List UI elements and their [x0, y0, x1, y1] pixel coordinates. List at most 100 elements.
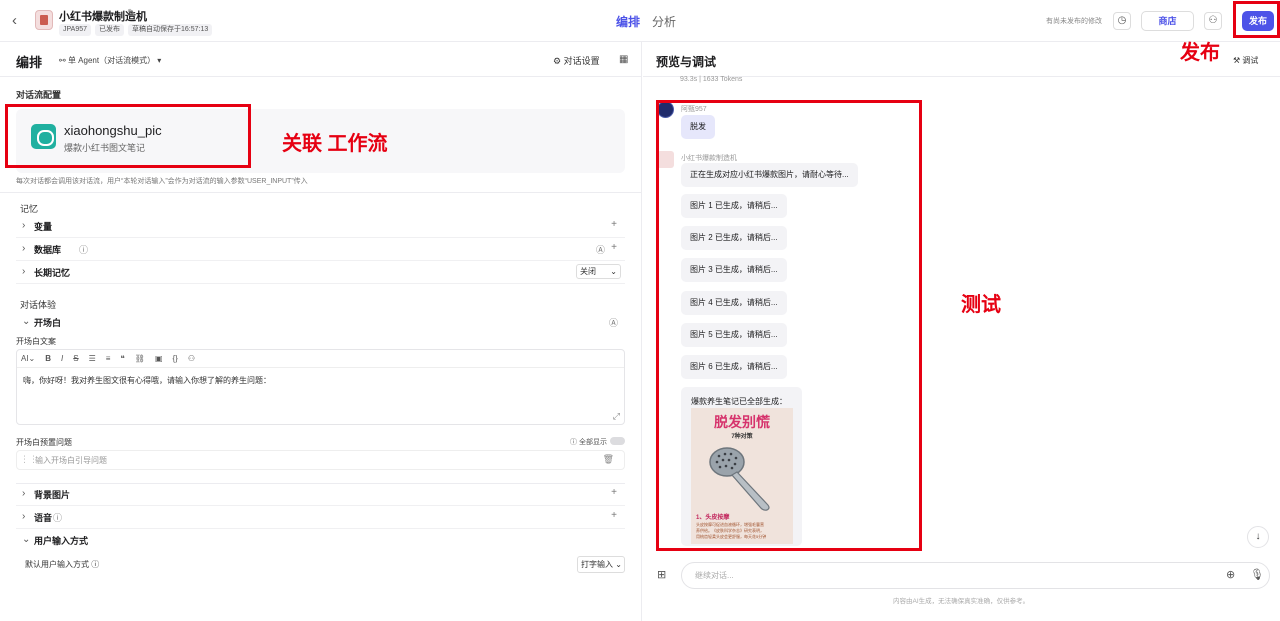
quote-icon[interactable]: ❝: [120, 354, 124, 363]
opening-text: 嗨，你好呀！我对养生图文很有心得哦，请输入你想了解的养生问题：: [23, 376, 271, 385]
chevron-right-icon: ›: [22, 220, 26, 231]
ordered-list-icon[interactable]: ≡: [106, 354, 111, 363]
annotation-test: 测试: [961, 294, 1001, 316]
row-label: 背景图片: [34, 490, 71, 500]
bullet-list-icon[interactable]: ☰: [89, 354, 96, 363]
preset-label: 开场白预置问题: [16, 438, 72, 447]
preview-title: 预览与调试: [656, 55, 717, 69]
expand-icon[interactable]: ⤢: [613, 411, 620, 422]
chevron-right-icon: ›: [22, 266, 26, 277]
opening-editor[interactable]: AI⌄ B I S ☰ ≡ ❝ ⛓ ▣ {} ⚇ 嗨，你好呀！我对养生图文很有心…: [16, 349, 625, 425]
scroll-down-button[interactable]: ↓: [1247, 526, 1269, 548]
show-all-text: 全部显示: [578, 439, 607, 446]
unpublished-note: 有尚未发布的修改: [1046, 18, 1102, 25]
row-database[interactable]: › 数据库 ⓘ Ⓐ +: [16, 239, 625, 261]
row-label: 用户输入方式: [34, 536, 89, 546]
back-arrow-icon[interactable]: ‹: [12, 12, 26, 30]
info-icon[interactable]: ⓘ: [79, 243, 88, 256]
row-label: 变量: [34, 222, 53, 232]
add-icon[interactable]: +: [611, 510, 617, 521]
chevron-right-icon: ›: [22, 511, 26, 522]
add-icon[interactable]: +: [611, 219, 617, 230]
store-button[interactable]: 商店: [1141, 11, 1194, 31]
annotation-box-publish: [1233, 1, 1280, 38]
select-value: 打字输入: [581, 560, 613, 569]
row-opening[interactable]: ⌄ 开场白 Ⓐ: [16, 312, 625, 334]
workflow-hint: 每次对话都会调用该对话流，用户“本轮对话输入”会作为对话流的输入参数“USER_…: [16, 178, 308, 185]
chat-settings-label: 对话设置: [563, 56, 600, 66]
add-circle-icon[interactable]: ⊕: [1226, 568, 1235, 581]
agent-mode-select[interactable]: ⚯ 单 Agent（对话流模式） ▾: [59, 55, 161, 66]
row-label: 长期记忆: [34, 268, 71, 278]
row-label: 数据库: [34, 245, 62, 255]
auto-icon[interactable]: Ⓐ: [609, 316, 618, 329]
italic-icon[interactable]: I: [61, 354, 63, 363]
row-long-term-memory[interactable]: › 长期记忆 关闭 ⌄: [16, 262, 625, 284]
row-variables[interactable]: › 变量 +: [16, 216, 625, 238]
link-icon[interactable]: ⛓: [135, 354, 145, 363]
user-icon[interactable]: ⚇: [188, 354, 195, 363]
mode-tabs: 编排 分析: [616, 13, 676, 30]
chevron-down-icon: ⌄: [22, 534, 31, 545]
chevron-down-icon: ⌄: [22, 316, 31, 327]
opening-copy-label: 开场白文案: [16, 337, 56, 346]
new-chat-icon[interactable]: ⊞: [657, 568, 666, 581]
collaborator-icon[interactable]: ⚇: [1204, 12, 1222, 30]
top-bar: ‹ 小红书爆款制造机 ✎ JPA957 已发布 草稿自动保存于16:57:13 …: [0, 0, 1280, 42]
ai-icon[interactable]: AI⌄: [21, 354, 35, 363]
edit-icon[interactable]: ✎: [127, 8, 135, 19]
strike-icon[interactable]: S: [73, 354, 78, 363]
ai-disclaimer: 内容由AI生成，无法确保真实准确，仅供参考。: [893, 598, 1030, 605]
preset-question-input[interactable]: ⋮⋮ 输入开场白引导问题 🗑: [16, 450, 625, 470]
annotation-box-test: [656, 100, 922, 551]
tab-analysis[interactable]: 分析: [652, 13, 676, 30]
annotation-box-workflow: [5, 104, 251, 168]
preset-placeholder: 输入开场白引导问题: [35, 456, 107, 465]
row-user-input-mode[interactable]: ⌄ 用户输入方式: [16, 530, 625, 552]
chevron-down-icon: ⌄: [610, 267, 617, 276]
flow-config-label: 对话流配置: [16, 90, 62, 100]
history-icon[interactable]: ◷: [1113, 12, 1131, 30]
chevron-right-icon: ›: [22, 243, 26, 254]
info-icon[interactable]: ⓘ: [53, 511, 62, 524]
annotation-publish: 发布: [1180, 42, 1220, 64]
show-all-toggle[interactable]: [610, 437, 625, 445]
token-stats: 93.3s | 1633 Tokens: [680, 76, 743, 83]
long-term-memory-select[interactable]: 关闭 ⌄: [576, 264, 621, 279]
agent-mode-label: 单 Agent（对话流模式）: [67, 56, 156, 65]
microphone-icon[interactable]: 🎙: [1250, 568, 1264, 581]
row-background-image[interactable]: › 背景图片 +: [16, 484, 625, 506]
code-icon[interactable]: {}: [173, 354, 178, 363]
default-input-text: 默认用户输入方式: [25, 560, 89, 569]
debug-label: 调试: [1242, 56, 1259, 65]
chat-input-placeholder: 继续对话...: [695, 571, 734, 580]
row-label: 开场白: [34, 318, 62, 328]
app-avatar: [35, 10, 53, 30]
default-input-select[interactable]: 打字输入 ⌄: [577, 556, 625, 573]
trash-icon[interactable]: 🗑: [603, 454, 614, 465]
bold-icon[interactable]: B: [45, 354, 51, 363]
meta-autosave: 草稿自动保存于16:57:13: [128, 24, 213, 36]
meta-status: 已发布: [95, 24, 124, 36]
meta-user: JPA957: [59, 24, 91, 36]
tab-edit[interactable]: 编排: [616, 13, 640, 30]
grid-icon[interactable]: ▦: [619, 54, 628, 65]
editor-toolbar: AI⌄ B I S ☰ ≡ ❝ ⛓ ▣ {} ⚇: [17, 350, 624, 368]
app-meta: JPA957 已发布 草稿自动保存于16:57:13: [59, 24, 213, 36]
pane-title: 编排: [16, 55, 43, 70]
chevron-down-icon: ⌄: [615, 560, 622, 569]
row-voice[interactable]: › 语音 ⓘ +: [16, 507, 625, 529]
divider: [0, 76, 642, 77]
add-icon[interactable]: +: [611, 487, 617, 498]
debug-button[interactable]: ⚒ 调试: [1233, 55, 1258, 66]
select-value: 关闭: [580, 267, 596, 276]
annotation-link-workflow: 关联 工作流: [282, 133, 388, 155]
chat-input[interactable]: 继续对话... ⊕ 🎙: [681, 562, 1270, 589]
chat-settings-button[interactable]: ⚙ 对话设置: [553, 54, 600, 67]
divider: [0, 192, 642, 193]
experience-label: 对话体验: [20, 300, 57, 310]
add-icon[interactable]: +: [611, 242, 617, 253]
image-icon[interactable]: ▣: [155, 354, 163, 363]
show-all-label: ⓘ 全部显示: [570, 439, 607, 446]
auto-icon[interactable]: Ⓐ: [596, 243, 605, 256]
